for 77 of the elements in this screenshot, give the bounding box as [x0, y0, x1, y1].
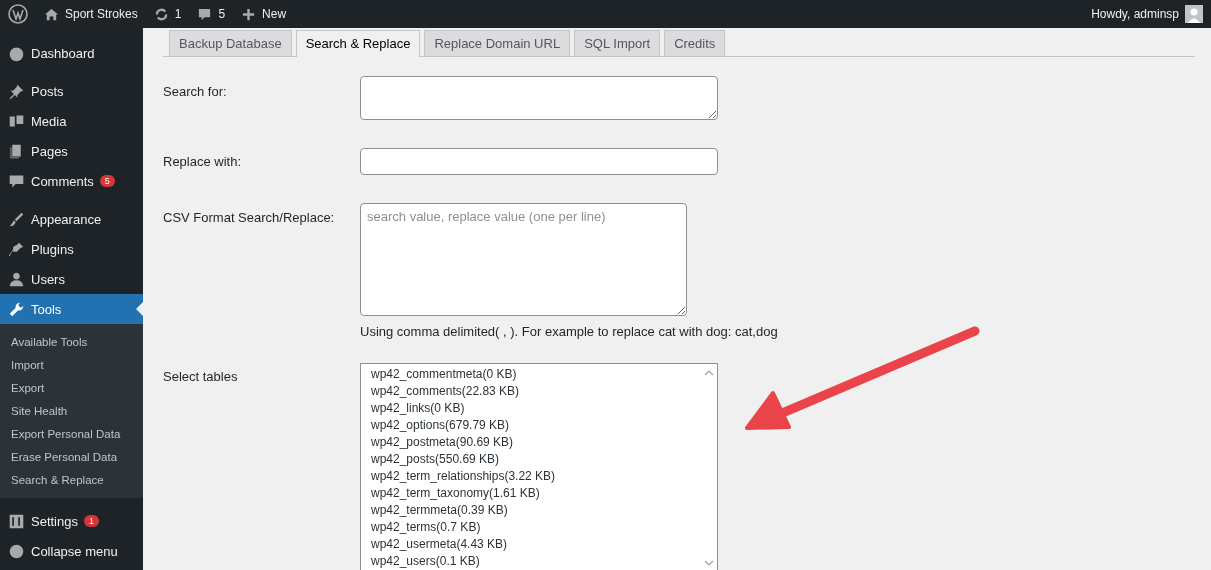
pin-icon	[8, 82, 25, 100]
table-option[interactable]: wp42_links(0 KB)	[371, 400, 701, 417]
field-label: CSV Format Search/Replace:	[163, 209, 336, 227]
field-label: Replace with:	[163, 154, 243, 169]
menu-label: Pages	[31, 143, 68, 159]
menu-label: Appearance	[31, 211, 102, 227]
settings-icon	[8, 512, 25, 530]
submenu-item[interactable]: Available Tools	[0, 331, 143, 354]
menu-item[interactable]: Plugins	[0, 234, 143, 264]
replace-field[interactable]	[360, 148, 718, 175]
site-name-link[interactable]: Sport Strokes	[44, 6, 138, 22]
csv-field[interactable]: search value, replace value (one per line)	[360, 203, 687, 316]
menu-item[interactable]: Pages	[0, 136, 143, 166]
table-option[interactable]: wp42_terms(0.7 KB)	[371, 519, 701, 536]
submenu-item[interactable]: Export	[0, 377, 143, 400]
menu-item[interactable]: Appearance	[0, 204, 143, 234]
menu-item[interactable]: Users	[0, 264, 143, 294]
comments-link[interactable]: 5	[197, 6, 226, 22]
menu-label: Tools	[31, 301, 62, 317]
scroll-up-icon[interactable]	[704, 370, 714, 376]
table-option[interactable]: wp42_term_relationships(3.22 KB)	[371, 468, 701, 485]
submenu-item[interactable]: Erase Personal Data	[0, 446, 143, 469]
refresh-icon	[153, 6, 169, 22]
menu-label: Plugins	[31, 241, 74, 257]
menu-item[interactable]: Collapse menu	[0, 536, 143, 566]
table-option[interactable]: wp42_commentmeta(0 KB)	[371, 366, 701, 383]
plus-icon	[241, 6, 257, 22]
table-option[interactable]: wp42_term_taxonomy(1.61 KB)	[371, 485, 701, 502]
tab[interactable]: Backup Database	[169, 30, 292, 56]
wordpress-logo-icon[interactable]	[8, 4, 28, 24]
tab[interactable]: Credits	[664, 30, 726, 56]
table-option[interactable]: wp42_termmeta(0.39 KB)	[371, 502, 701, 519]
menu-item[interactable]: Dashboard	[0, 38, 143, 68]
brush-icon	[8, 210, 25, 228]
tab[interactable]: Search & Replace	[295, 30, 421, 57]
submenu-item[interactable]: Search & Replace	[0, 469, 143, 492]
count-badge: 5	[99, 175, 115, 187]
submenu-item[interactable]: Export Personal Data	[0, 423, 143, 446]
help-text: Using comma delimited( , ). For example to replace cat with dog: cat,dog	[360, 324, 778, 339]
search-field[interactable]	[360, 76, 718, 120]
home-icon	[44, 6, 59, 22]
menu-item[interactable]: Posts	[0, 76, 143, 106]
menu-label: Settings	[31, 513, 78, 529]
table-option[interactable]: wp42_options(679.79 KB)	[371, 417, 701, 434]
menu-label: Comments	[31, 173, 94, 189]
menu-item[interactable]: Media	[0, 106, 143, 136]
table-option[interactable]: wp42_usermeta(4.43 KB)	[371, 536, 701, 553]
menu-item[interactable]: Comments 5	[0, 166, 143, 196]
menu-label: Collapse menu	[31, 543, 118, 559]
table-option[interactable]: wp42_postmeta(90.69 KB)	[371, 434, 701, 451]
menu-item[interactable]: Settings 1	[0, 506, 143, 536]
table-option[interactable]: wp42_users(0.1 KB)	[371, 553, 701, 570]
collapse-icon	[8, 542, 25, 560]
wrench-icon	[8, 300, 25, 318]
menu-label: Users	[31, 271, 65, 287]
submenu-item[interactable]: Import	[0, 354, 143, 377]
comment-icon	[197, 6, 213, 22]
new-link[interactable]: New	[241, 6, 287, 22]
account-link[interactable]: Howdy, adminsp	[1091, 7, 1179, 21]
tables-listbox[interactable]	[360, 363, 718, 570]
tab[interactable]: SQL Import	[574, 30, 661, 56]
table-option[interactable]: wp42_posts(550.69 KB)	[371, 451, 701, 468]
menu-label: Posts	[31, 83, 64, 99]
field-label: Select tables	[163, 368, 239, 386]
count-badge: 1	[84, 515, 99, 527]
scroll-down-icon[interactable]	[704, 560, 714, 566]
user-icon	[8, 270, 25, 288]
updates-link[interactable]: 1	[153, 6, 182, 22]
table-option[interactable]: wp42_comments(22.83 KB)	[371, 383, 701, 400]
avatar-icon[interactable]	[1185, 5, 1203, 23]
menu-label: Media	[31, 113, 67, 129]
tab[interactable]: Replace Domain URL	[424, 30, 571, 56]
plug-icon	[8, 240, 25, 258]
menu-item[interactable]: Tools	[0, 294, 143, 324]
submenu-item[interactable]: Site Health	[0, 400, 143, 423]
menu-label: Dashboard	[31, 45, 95, 61]
field-label: Search for:	[163, 83, 228, 101]
